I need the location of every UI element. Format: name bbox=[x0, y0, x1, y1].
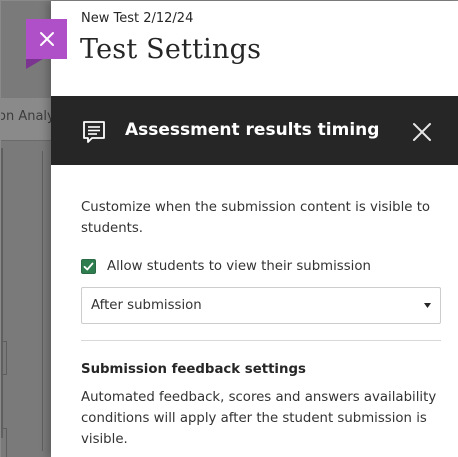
background-divider bbox=[1, 148, 3, 438]
dialog-title: Assessment results timing bbox=[125, 120, 380, 140]
assessment-results-timing-header: Assessment results timing bbox=[51, 96, 458, 165]
checkbox-label: Allow students to view their submission bbox=[107, 259, 371, 274]
dialog-content: Customize when the submission content is… bbox=[51, 165, 458, 457]
caret-down-icon bbox=[424, 303, 431, 308]
background-tab-label: on Analy bbox=[1, 109, 51, 124]
background-tab: on Analy bbox=[1, 98, 51, 141]
feedback-settings-description: Automated feedback, scores and answers a… bbox=[81, 390, 437, 447]
background-box bbox=[1, 341, 7, 375]
allow-view-submission-checkbox-row[interactable]: Allow students to view their submission bbox=[81, 259, 371, 274]
message-feedback-icon bbox=[83, 121, 105, 143]
checkmark-icon bbox=[83, 262, 94, 271]
background-divider bbox=[42, 151, 43, 451]
panel-close-button[interactable] bbox=[26, 19, 67, 69]
page-title: Test Settings bbox=[80, 34, 262, 65]
background-box bbox=[1, 428, 7, 457]
close-icon bbox=[39, 32, 54, 46]
panel-subtitle: New Test 2/12/24 bbox=[81, 11, 194, 26]
test-settings-panel: New Test 2/12/24 Test Settings Assessmen… bbox=[51, 1, 458, 457]
visibility-timing-select[interactable]: After submission bbox=[81, 287, 441, 324]
description-text: Customize when the submission content is… bbox=[81, 200, 431, 236]
allow-view-submission-checkbox[interactable] bbox=[81, 259, 96, 274]
feedback-settings-heading: Submission feedback settings bbox=[81, 362, 306, 377]
select-value: After submission bbox=[91, 298, 202, 313]
close-icon[interactable] bbox=[411, 121, 433, 143]
section-divider bbox=[81, 340, 441, 341]
